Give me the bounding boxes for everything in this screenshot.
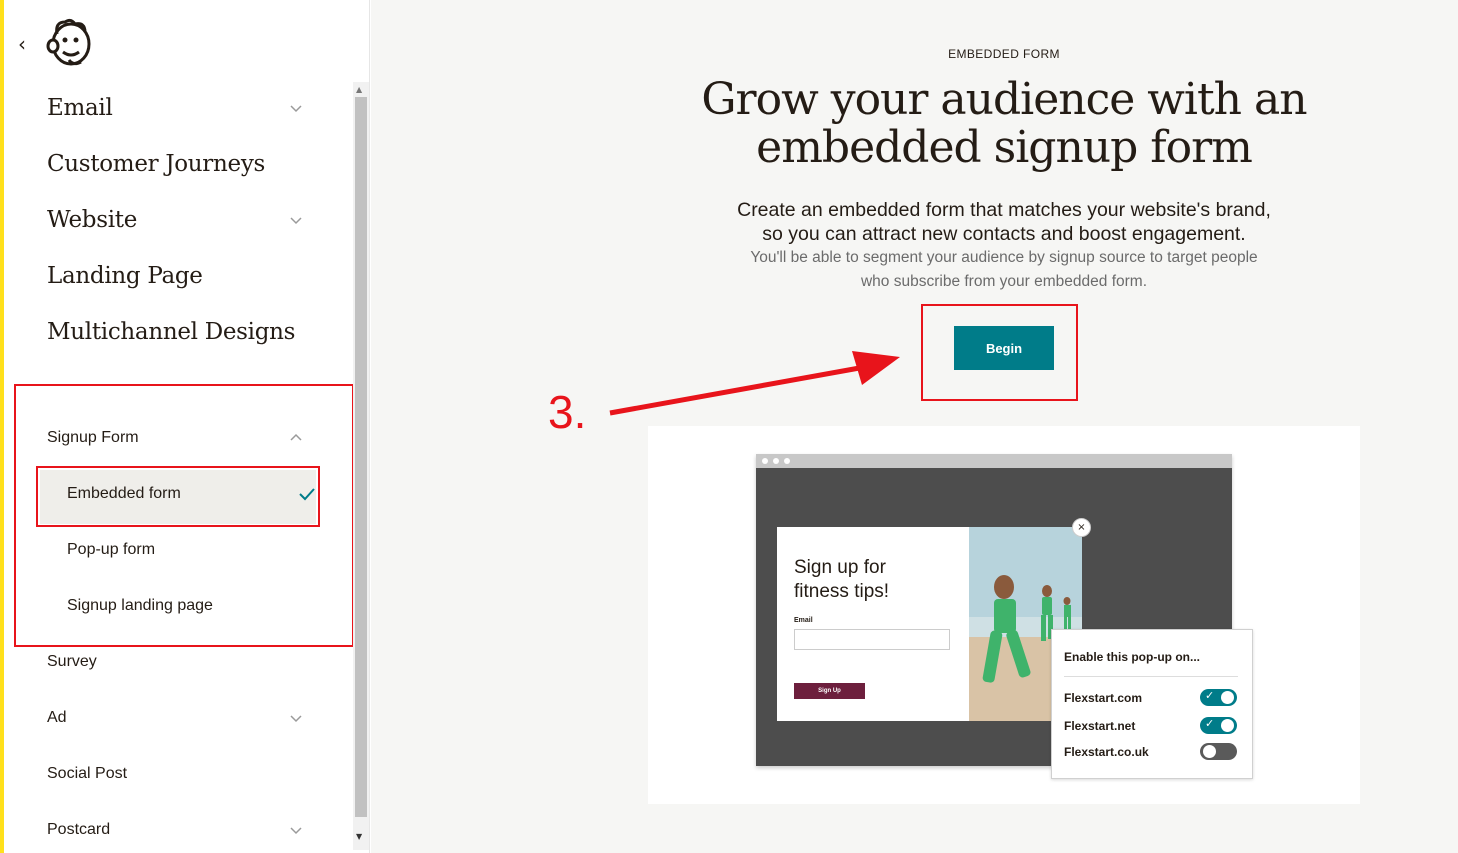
brand-accent-bar bbox=[0, 0, 4, 853]
annotation-highlight-box bbox=[921, 304, 1078, 401]
site-toggle-off bbox=[1200, 743, 1237, 760]
lead-line: so you can attract new contacts and boos… bbox=[762, 223, 1246, 245]
annotation-arrow-icon bbox=[609, 351, 900, 416]
nav-item-customer-journeys[interactable]: Customer Journeys bbox=[47, 151, 317, 177]
nav-item-website[interactable]: Website bbox=[47, 207, 317, 233]
lead-line: Create an embedded form that matches you… bbox=[737, 199, 1271, 221]
popup-title-line: fitness tips! bbox=[794, 581, 890, 602]
divider bbox=[1064, 676, 1238, 677]
check-icon: ✓ bbox=[1205, 689, 1215, 702]
nav-item-postcard[interactable]: Postcard bbox=[47, 821, 317, 839]
chevron-down-icon bbox=[290, 217, 302, 225]
nav-item-label: Survey bbox=[47, 653, 97, 670]
page-title: Grow your audience with an embedded sign… bbox=[371, 76, 1458, 172]
chevron-down-icon bbox=[290, 105, 302, 113]
chevron-down-icon bbox=[290, 827, 302, 835]
window-dot-icon bbox=[784, 458, 790, 464]
nav-item-email[interactable]: Email bbox=[47, 95, 317, 121]
nav-item-label: Multichannel Designs bbox=[47, 319, 296, 345]
window-dot-icon bbox=[773, 458, 779, 464]
page-title-line: Grow your audience with an bbox=[701, 74, 1307, 125]
sub-line: You'll be able to segment your audience … bbox=[750, 249, 1258, 266]
nav-item-label: Social Post bbox=[47, 765, 128, 782]
popup-title-line: Sign up for bbox=[794, 557, 886, 578]
nav-item-label: Email bbox=[47, 95, 113, 121]
site-label: Flexstart.net bbox=[1064, 719, 1136, 733]
site-toggle-on: ✓ bbox=[1200, 689, 1237, 706]
site-toggle-on: ✓ bbox=[1200, 717, 1237, 734]
sub-line: who subscribe from your embedded form. bbox=[860, 273, 1148, 290]
sub-paragraph: You'll be able to segment your audience … bbox=[371, 246, 1458, 294]
nav-item-label: Customer Journeys bbox=[47, 151, 266, 177]
annotation-step-label: 3. bbox=[548, 386, 587, 438]
nav-item-ad[interactable]: Ad bbox=[47, 709, 317, 727]
check-icon: ✓ bbox=[1205, 717, 1215, 730]
popup-signup-button: Sign Up bbox=[794, 683, 865, 699]
popup-email-field bbox=[794, 629, 950, 650]
sidebar-scrollbar-thumb[interactable] bbox=[355, 97, 367, 817]
site-label: Flexstart.co.uk bbox=[1064, 745, 1149, 759]
scroll-up-arrow-icon[interactable]: ▲ bbox=[356, 85, 362, 94]
mailchimp-logo-icon[interactable] bbox=[45, 16, 95, 68]
nav-item-landing-page[interactable]: Landing Page bbox=[47, 263, 317, 289]
popup-title: Sign up for fitness tips! bbox=[794, 556, 954, 604]
back-chevron-icon[interactable]: ‹ bbox=[18, 32, 26, 56]
eyebrow-label: EMBEDDED FORM bbox=[948, 47, 1060, 61]
page-title-line: embedded signup form bbox=[756, 122, 1253, 173]
popup-email-label: Email bbox=[794, 617, 813, 624]
illustration-browser-bar bbox=[756, 454, 1232, 468]
nav-item-label: Website bbox=[47, 207, 138, 233]
chevron-down-icon bbox=[290, 715, 302, 723]
nav-item-label: Landing Page bbox=[47, 263, 203, 289]
popup-close-icon: × bbox=[1072, 518, 1091, 537]
scroll-down-arrow-icon[interactable]: ▼ bbox=[356, 832, 362, 841]
site-label: Flexstart.com bbox=[1064, 691, 1143, 705]
nav-item-label: Ad bbox=[47, 709, 67, 726]
nav-item-multichannel-designs[interactable]: Multichannel Designs bbox=[47, 319, 317, 345]
window-dot-icon bbox=[762, 458, 768, 464]
sidebar: ‹ Email Customer Journeys Website Landin… bbox=[0, 0, 370, 853]
annotation-highlight-box bbox=[36, 466, 320, 527]
nav-item-social-post[interactable]: Social Post bbox=[47, 765, 317, 783]
lead-paragraph: Create an embedded form that matches you… bbox=[371, 198, 1458, 246]
nav-item-survey[interactable]: Survey bbox=[47, 653, 317, 671]
nav-item-label: Postcard bbox=[47, 821, 111, 838]
enable-popup-title: Enable this pop-up on... bbox=[1064, 650, 1200, 664]
